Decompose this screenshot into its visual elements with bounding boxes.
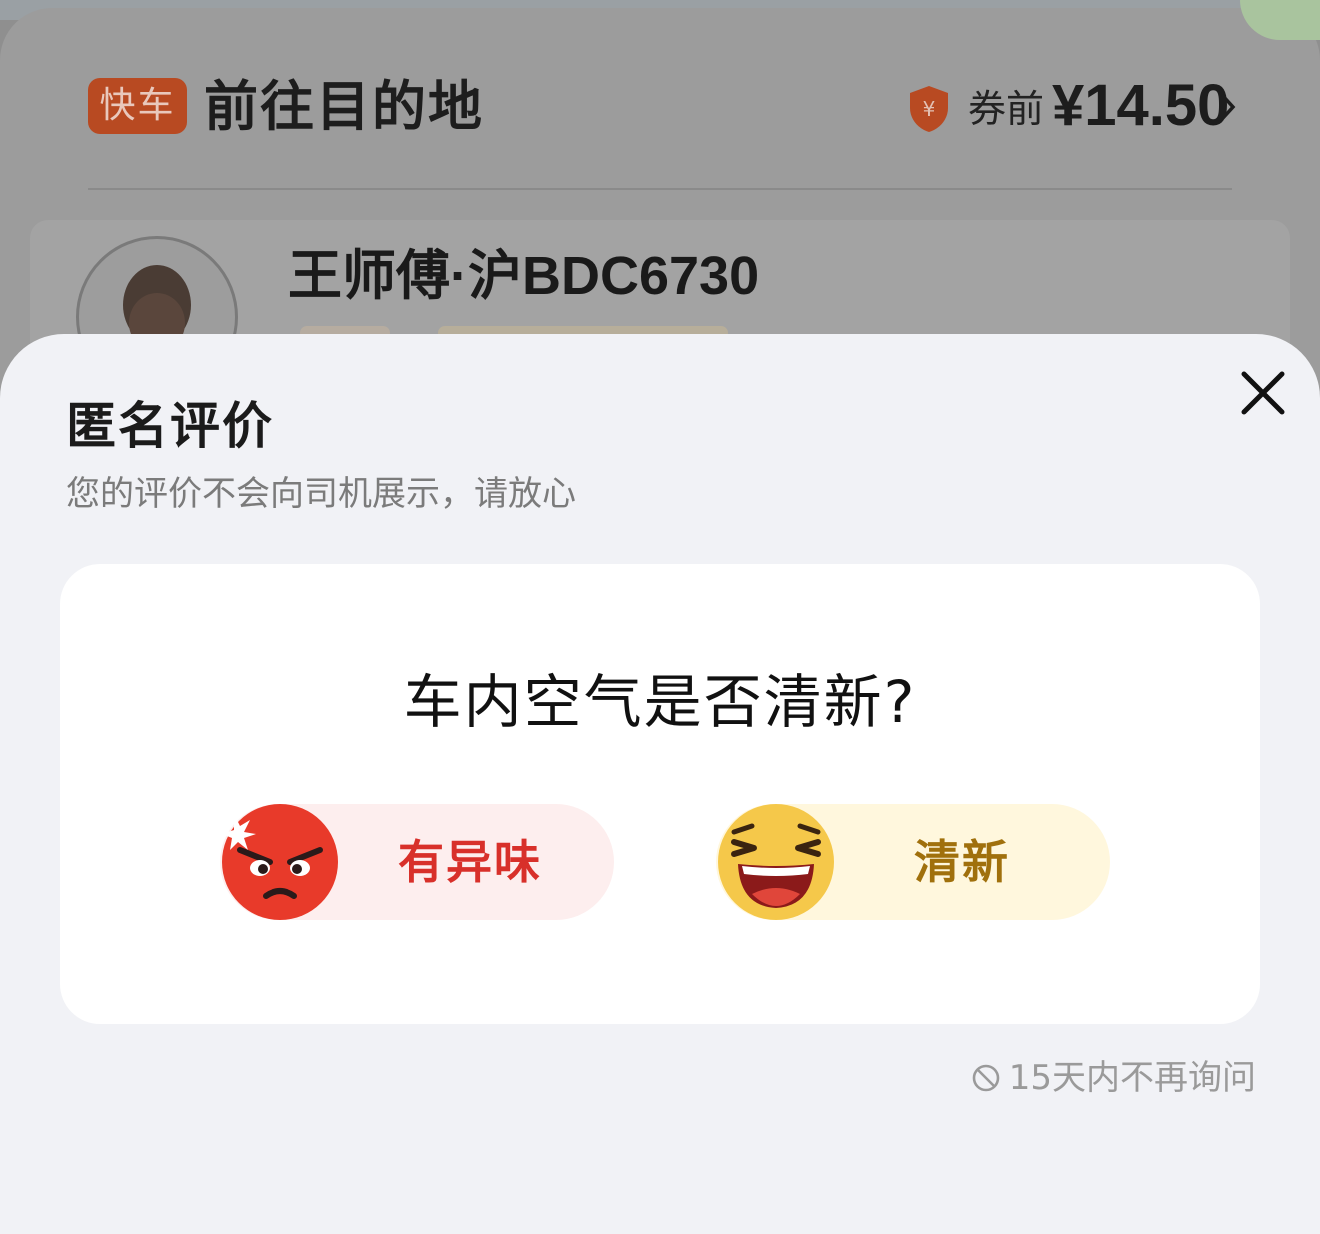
option-bad-smell-button[interactable]: 有异味 — [220, 804, 614, 920]
divider — [88, 188, 1232, 190]
ride-type-tag: 快车 — [88, 78, 187, 134]
price-value[interactable]: ¥14.50 — [1052, 70, 1229, 142]
rating-sheet: 匿名评价 您的评价不会向司机展示，请放心 车内空气是否清新? 有异味 清新 15… — [0, 334, 1320, 1234]
no-ask-15-days-link[interactable]: 15天内不再询问 — [971, 1058, 1256, 1098]
option-fresh-label: 清新 — [914, 835, 1010, 889]
driver-name-plate: 王师傅·沪BDC6730 — [288, 246, 760, 306]
sheet-subtitle: 您的评价不会向司机展示，请放心 — [66, 474, 576, 514]
close-icon[interactable] — [1236, 366, 1290, 420]
question-card: 车内空气是否清新? 有异味 清新 — [60, 564, 1260, 1024]
option-fresh-button[interactable]: 清新 — [716, 804, 1110, 920]
shield-icon: ¥ — [910, 86, 948, 132]
question-text: 车内空气是否清新? — [403, 668, 917, 736]
chevron-right-icon[interactable] — [1218, 90, 1240, 124]
trip-title: 前往目的地 — [204, 75, 484, 138]
ban-icon — [972, 1064, 1000, 1092]
price-prefix[interactable]: 券前 — [968, 82, 1044, 136]
option-bad-smell-label: 有异味 — [398, 835, 542, 889]
sheet-title: 匿名评价 — [66, 397, 274, 455]
angry-face-icon — [222, 804, 338, 920]
svg-text:¥: ¥ — [923, 97, 936, 121]
no-ask-label: 15天内不再询问 — [1008, 1058, 1256, 1098]
laughing-face-icon — [718, 804, 834, 920]
